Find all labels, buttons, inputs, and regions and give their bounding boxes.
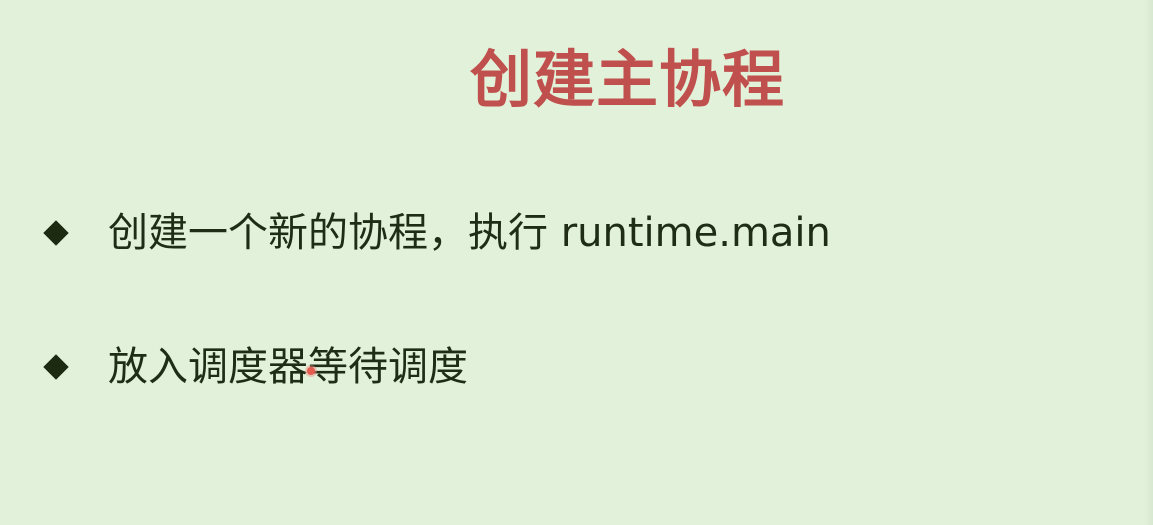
diamond-bullet-icon (44, 221, 68, 245)
slide-title: 创建主协程 (470, 43, 786, 116)
bullet-text: 创建一个新的协程，执行 runtime.main (108, 210, 831, 256)
bullet-item: 创建一个新的协程，执行 runtime.main (38, 205, 938, 261)
bullet-item: 放入调度器等待调度 (38, 339, 938, 395)
bullet-text: 放入调度器等待调度 (108, 344, 468, 390)
slide-edge (1145, 0, 1153, 525)
diamond-bullet-icon (44, 355, 68, 379)
slide: 创建主协程 创建一个新的协程，执行 runtime.main 放入调度器等待调度 (0, 0, 1153, 525)
pointer-dot-icon (307, 367, 315, 375)
